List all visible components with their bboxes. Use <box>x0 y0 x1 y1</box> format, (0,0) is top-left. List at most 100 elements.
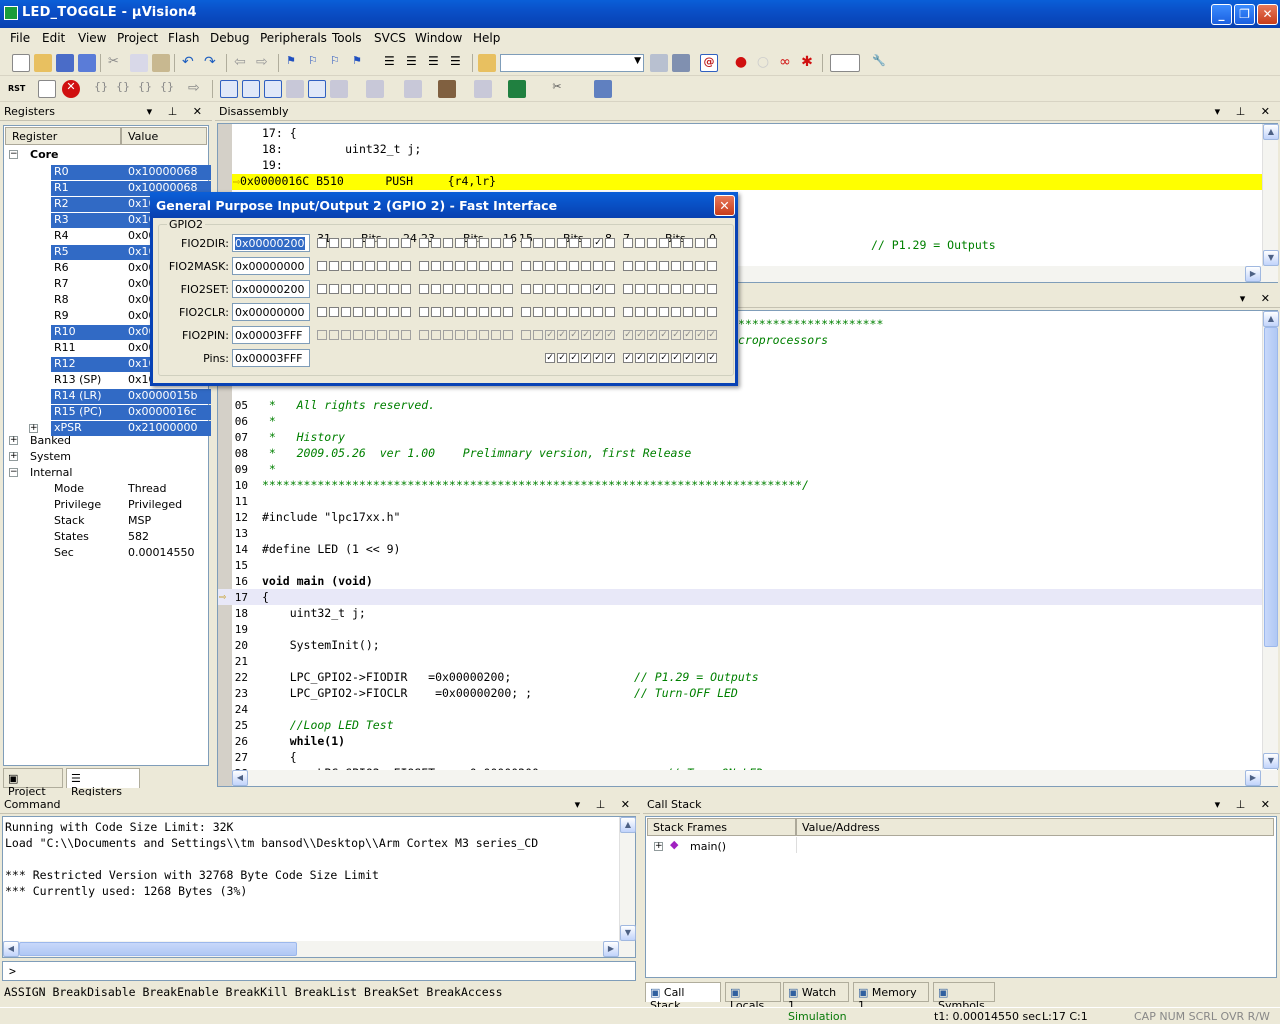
bit-checkbox[interactable] <box>455 284 465 294</box>
bit-checkbox[interactable] <box>605 307 615 317</box>
undo-icon[interactable]: ↶ <box>182 54 200 72</box>
bit-checkbox[interactable] <box>659 307 669 317</box>
scroll-right-icon[interactable]: ▶ <box>1245 266 1261 282</box>
frame-main[interactable]: main() <box>690 840 726 853</box>
nav-back-icon[interactable]: ⇦ <box>234 54 252 72</box>
bit-checkbox[interactable] <box>521 307 531 317</box>
menu-debug[interactable]: Debug <box>210 31 249 45</box>
gpio-title-bar[interactable]: General Purpose Input/Output 2 (GPIO 2) … <box>150 192 738 218</box>
bit-checkbox[interactable] <box>521 261 531 271</box>
step-out-icon[interactable]: {} <box>138 80 156 98</box>
bit-checkbox[interactable] <box>389 284 399 294</box>
toolbox-icon[interactable]: ✂ <box>548 80 566 98</box>
bit-checkbox[interactable] <box>659 261 669 271</box>
bit-checkbox[interactable] <box>353 307 363 317</box>
bit-checkbox[interactable] <box>443 284 453 294</box>
tab-project[interactable]: ▣ Project <box>3 768 63 798</box>
bit-checkbox[interactable] <box>317 238 327 248</box>
bit-checkbox[interactable] <box>491 238 501 248</box>
col-register[interactable]: Register <box>5 127 121 145</box>
bit-checkbox[interactable] <box>419 261 429 271</box>
bit-checkbox[interactable] <box>467 238 477 248</box>
save-icon[interactable] <box>56 54 74 72</box>
menu-view[interactable]: View <box>78 31 106 45</box>
bit-checkbox[interactable] <box>581 284 591 294</box>
bit-checkbox[interactable] <box>545 261 555 271</box>
bit-checkbox[interactable] <box>431 284 441 294</box>
bit-checkbox[interactable] <box>569 307 579 317</box>
menu-project[interactable]: Project <box>117 31 158 45</box>
bit-checkbox[interactable] <box>365 261 375 271</box>
bit-checkbox[interactable]: ✓ <box>647 353 657 363</box>
bit-checkbox[interactable] <box>545 307 555 317</box>
run-icon[interactable] <box>38 80 56 98</box>
bit-checkbox[interactable] <box>671 307 681 317</box>
bit-checkbox[interactable] <box>683 238 693 248</box>
scroll-down-icon[interactable]: ▼ <box>1263 250 1279 266</box>
command-vscroll[interactable]: ▲ ▼ <box>619 817 636 941</box>
gpio-close-button[interactable]: ✕ <box>714 195 735 216</box>
insert-breakpoint-icon[interactable]: ● <box>732 54 750 72</box>
bit-checkbox[interactable] <box>671 284 681 294</box>
bit-checkbox[interactable] <box>605 261 615 271</box>
editor-vscroll[interactable]: ▲ ▼ <box>1262 311 1279 769</box>
bit-checkbox[interactable] <box>401 261 411 271</box>
save-all-icon[interactable] <box>78 54 96 72</box>
bit-checkbox[interactable] <box>623 261 633 271</box>
scroll-left-icon[interactable]: ◀ <box>3 941 19 957</box>
open-folder-icon[interactable] <box>34 54 52 72</box>
bit-checkbox[interactable] <box>341 284 351 294</box>
scroll-up-icon[interactable]: ▲ <box>620 817 636 833</box>
enable-breakpoint-icon[interactable]: ○ <box>754 54 772 72</box>
scroll-thumb[interactable] <box>19 942 297 956</box>
bit-checkbox[interactable] <box>419 307 429 317</box>
code-line[interactable]: 05 * All rights reserved. <box>218 397 1263 413</box>
bit-checkbox[interactable] <box>647 307 657 317</box>
code-line[interactable]: 24 <box>218 701 1263 717</box>
code-line[interactable]: 07 * History <box>218 429 1263 445</box>
bit-checkbox[interactable] <box>635 238 645 248</box>
bit-checkbox[interactable] <box>593 261 603 271</box>
tab-registers[interactable]: ☰ Registers <box>66 768 140 798</box>
bit-checkbox[interactable] <box>647 261 657 271</box>
bit-checkbox[interactable] <box>503 284 513 294</box>
window-layout-icon[interactable] <box>830 54 860 72</box>
scroll-down-icon[interactable]: ▼ <box>620 925 636 941</box>
next-bookmark-icon[interactable]: ⚐ <box>330 54 348 72</box>
bit-checkbox[interactable] <box>329 307 339 317</box>
bit-checkbox[interactable] <box>581 238 591 248</box>
bit-checkbox[interactable] <box>533 284 543 294</box>
code-line[interactable]: 14 #define LED (1 << 9) <box>218 541 1263 557</box>
system-group[interactable]: System <box>30 450 71 463</box>
menu-file[interactable]: File <box>10 31 30 45</box>
bit-checkbox[interactable] <box>557 238 567 248</box>
bit-checkbox[interactable] <box>695 238 705 248</box>
gpio-reg-input[interactable]: 0x00000000 <box>232 257 310 275</box>
bit-checkbox[interactable] <box>317 284 327 294</box>
tab-memory-1[interactable]: ▣ Memory 1 <box>853 982 929 1012</box>
gpio-reg-input[interactable]: 0x00000000 <box>232 303 310 321</box>
bit-checkbox[interactable] <box>455 238 465 248</box>
expand-xpsr-icon[interactable]: + <box>29 424 38 433</box>
code-line[interactable]: 13 <box>218 525 1263 541</box>
code-line[interactable]: 22 LPC_GPIO2->FIODIR =0x00000200; // P1.2… <box>218 669 1263 685</box>
code-line[interactable]: 16 void main (void) <box>218 573 1263 589</box>
bit-checkbox[interactable] <box>467 261 477 271</box>
comment-icon[interactable]: ☰ <box>428 54 446 72</box>
bit-checkbox[interactable] <box>479 238 489 248</box>
scroll-left-icon[interactable]: ◀ <box>232 770 248 786</box>
maximize-button[interactable]: ❐ <box>1234 4 1255 25</box>
panel-controls[interactable]: ▾ ✕ <box>1240 292 1276 305</box>
bit-checkbox[interactable] <box>431 238 441 248</box>
run-to-cursor-icon[interactable]: {} <box>160 80 178 98</box>
bit-checkbox[interactable] <box>569 238 579 248</box>
bit-checkbox[interactable] <box>581 261 591 271</box>
find-combo[interactable]: ▼ <box>500 54 644 72</box>
bit-checkbox[interactable] <box>569 284 579 294</box>
bit-checkbox[interactable] <box>491 261 501 271</box>
bit-checkbox[interactable] <box>353 284 363 294</box>
bit-checkbox[interactable] <box>707 261 717 271</box>
tab-symbols[interactable]: ▣ Symbols <box>933 982 995 1012</box>
bit-checkbox[interactable] <box>443 238 453 248</box>
command-window-icon[interactable] <box>220 80 238 98</box>
